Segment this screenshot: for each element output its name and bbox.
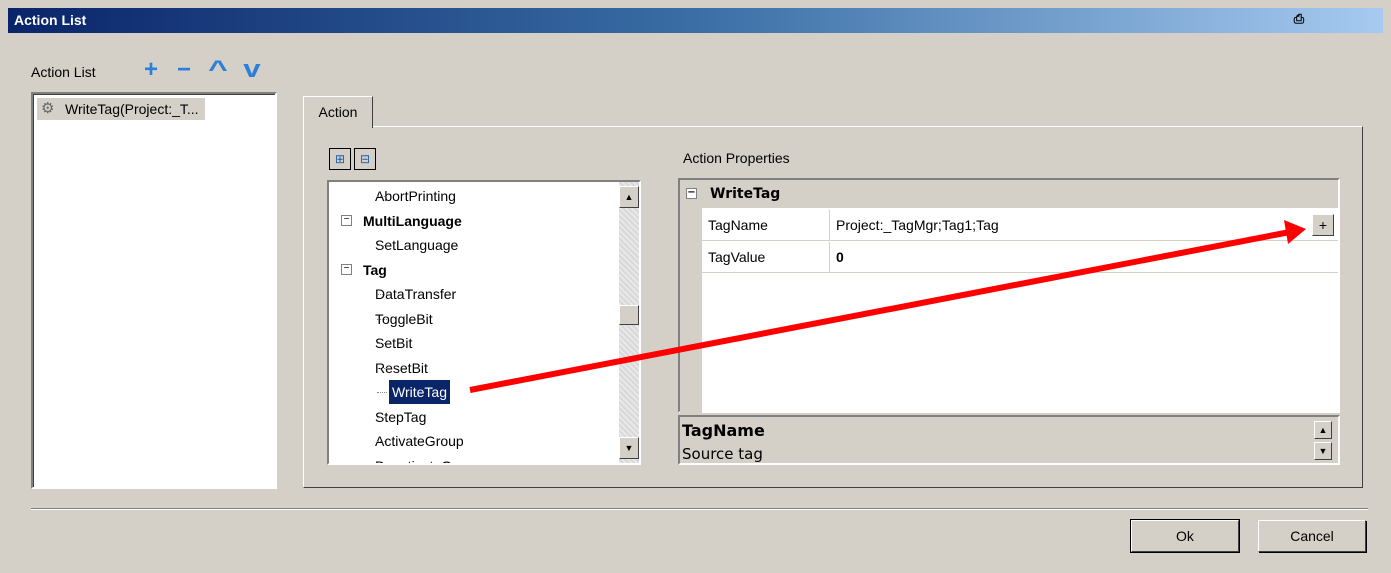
tree-item[interactable]: Tag [363,258,387,282]
plus-icon[interactable]: + [139,58,163,82]
down-icon[interactable]: v [236,58,267,82]
scroll-up-icon[interactable]: ▲ [1314,421,1332,439]
property-name: TagValue [702,242,830,272]
tree-item[interactable]: ActivateGroup [375,429,464,453]
tree-item[interactable]: AbortPrinting [375,184,456,208]
tree-connector [377,392,387,393]
property-row-tagvalue[interactable]: TagValue 0 [702,242,1338,273]
scroll-thumb[interactable] [619,305,639,325]
expand-all-icon[interactable]: ⊞ [329,148,351,170]
printer-icon[interactable]: ⎙ [1290,11,1308,27]
collapse-icon[interactable]: − [686,188,697,199]
property-row-tagname[interactable]: TagName Project:_TagMgr;Tag1;Tag + [702,210,1338,241]
minus-icon[interactable]: − [172,58,196,82]
property-value[interactable]: 0 [836,242,844,272]
tree-scrollbar[interactable]: ▲ ▼ [619,182,639,463]
browse-tag-button[interactable]: + [1312,214,1334,236]
tree-item[interactable]: WriteTag [389,380,450,404]
description-title: TagName [682,421,765,440]
action-listbox[interactable]: ⚙ WriteTag(Project:_T... [31,92,277,489]
property-group-label: WriteTag [710,186,781,202]
up-icon[interactable]: ^ [201,58,235,82]
property-description: TagName Source tag ▲ ▼ [678,415,1340,465]
action-properties-label: Action Properties [683,150,790,166]
tree-item[interactable]: SetLanguage [375,233,458,257]
tree-connector [377,245,387,246]
tree-connector [377,318,387,320]
title-bar: Action List ⎙ [8,8,1383,33]
list-item[interactable]: ⚙ WriteTag(Project:_T... [37,98,205,120]
list-item-label: WriteTag(Project:_T... [65,101,199,117]
divider [31,508,1368,510]
tree-connector [377,416,387,418]
scroll-down-icon[interactable]: ▼ [1314,442,1332,460]
tree-item[interactable]: MultiLanguage [363,209,462,233]
property-group-header[interactable]: − WriteTag [680,180,1338,208]
window-title: Action List [14,12,87,28]
collapse-icon[interactable]: − [341,214,352,226]
collapse-all-icon[interactable]: ⊟ [354,148,376,170]
tree-item[interactable]: DataTransfer [375,282,456,306]
tab-action[interactable]: Action [303,96,373,128]
description-text: Source tag [682,445,763,463]
tree-connector [377,441,387,442]
ok-button[interactable]: Ok [1130,519,1240,553]
action-tree[interactable]: AbortPrinting MultiLanguage − SetLanguage Ta… [327,180,641,465]
collapse-icon[interactable]: − [341,263,352,275]
property-value[interactable]: Project:_TagMgr;Tag1;Tag [836,210,999,240]
tree-connector [377,343,387,344]
gear-icon: ⚙ [41,100,55,117]
property-grid[interactable]: − WriteTag TagName Project:_TagMgr;Tag1;… [678,178,1340,413]
action-list-label: Action List [31,64,96,80]
property-name: TagName [702,210,830,240]
property-gutter [680,208,702,413]
tree-connector [377,196,387,197]
cancel-button[interactable]: Cancel [1258,520,1366,552]
tree-connector [377,294,387,295]
tree-item[interactable]: DeactivateGroup [375,454,480,464]
tree-connector [377,367,387,369]
scroll-up-icon[interactable]: ▲ [619,186,639,208]
scroll-down-icon[interactable]: ▼ [619,437,639,459]
